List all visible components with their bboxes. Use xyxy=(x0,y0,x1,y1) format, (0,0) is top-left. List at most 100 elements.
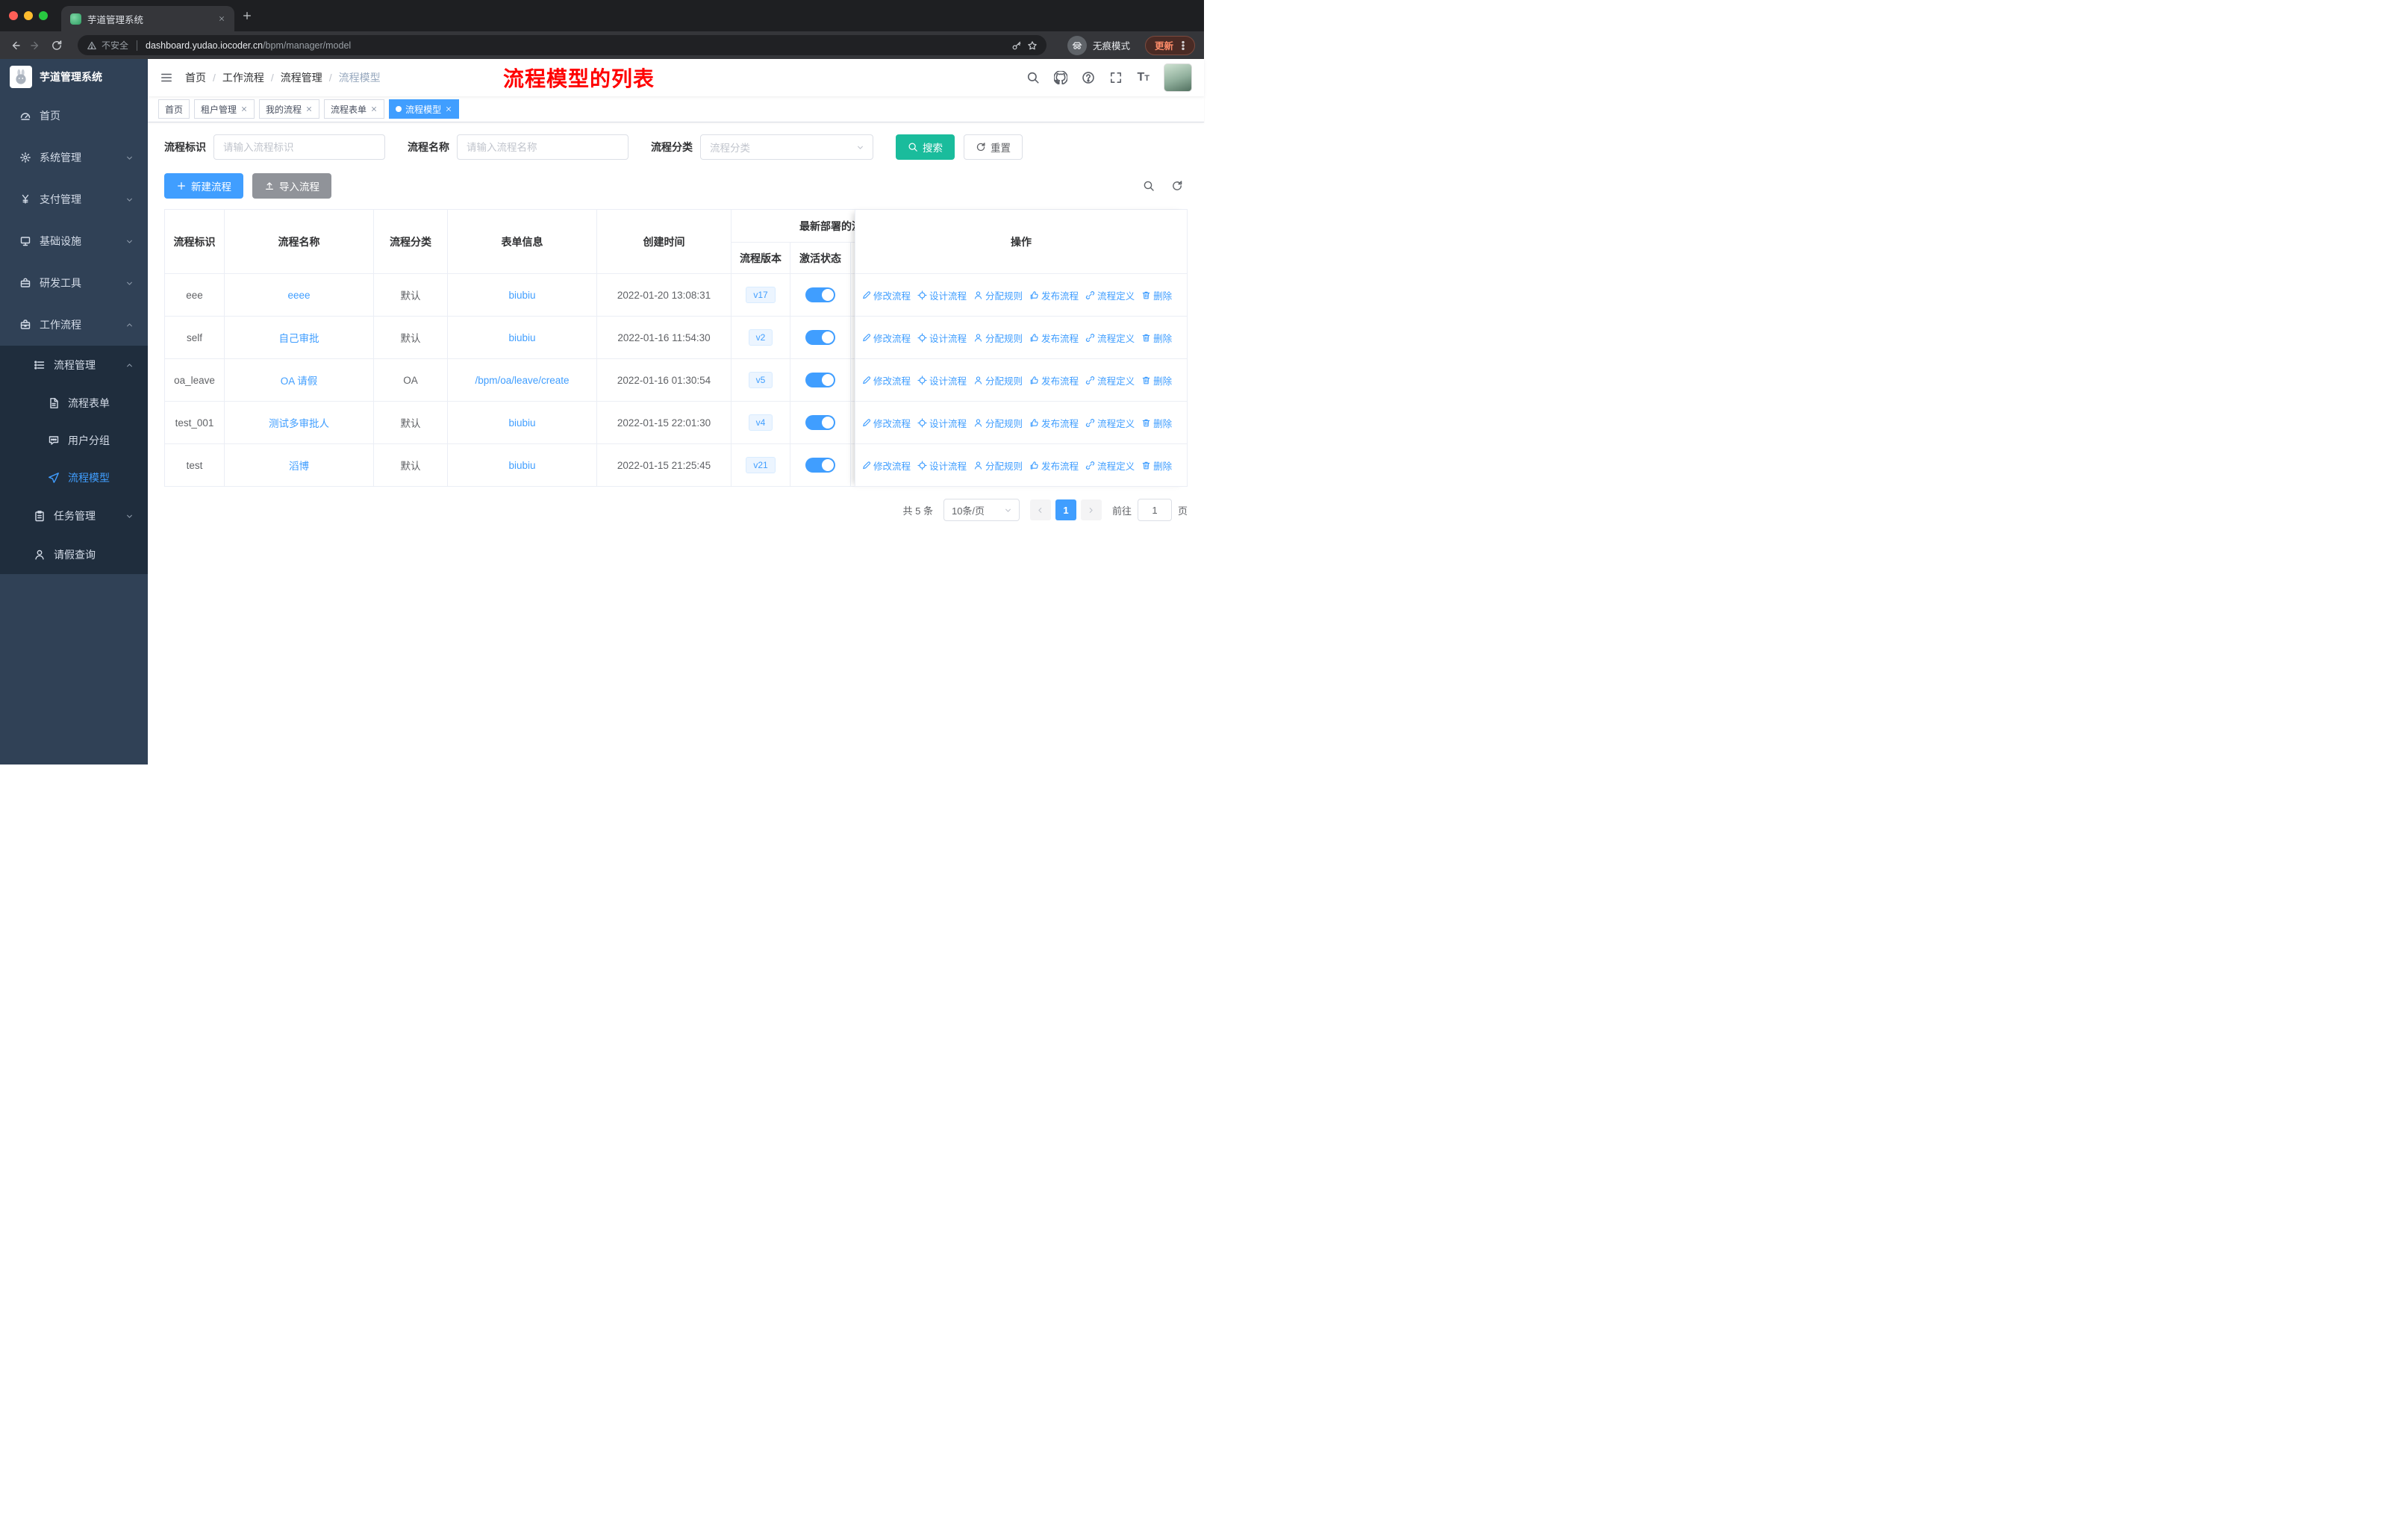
publish-process-link[interactable]: 发布流程 xyxy=(1029,288,1079,302)
reset-button[interactable]: 重置 xyxy=(964,134,1023,160)
design-process-link[interactable]: 设计流程 xyxy=(917,458,967,473)
process-definition-link[interactable]: 流程定义 xyxy=(1085,458,1135,473)
process-definition-link[interactable]: 流程定义 xyxy=(1085,288,1135,302)
delete-link[interactable]: 删除 xyxy=(1141,416,1172,430)
assign-rule-link[interactable]: 分配规则 xyxy=(973,458,1023,473)
sidebar-item-user-group[interactable]: 用户分组 xyxy=(0,422,148,459)
font-size-icon[interactable]: TT xyxy=(1137,71,1150,84)
delete-link[interactable]: 删除 xyxy=(1141,331,1172,345)
tag-process-model[interactable]: 流程模型 xyxy=(389,99,460,119)
active-toggle[interactable] xyxy=(805,415,835,430)
process-definition-link[interactable]: 流程定义 xyxy=(1085,331,1135,345)
new-tab-button[interactable] xyxy=(242,10,252,21)
close-icon[interactable] xyxy=(240,105,248,113)
browser-tab[interactable]: 芋道管理系统 xyxy=(61,6,234,31)
address-bar[interactable]: 不安全 dashboard.yudao.iocoder.cn/bpm/manag… xyxy=(78,35,1047,55)
sidebar-item-home[interactable]: 首页 xyxy=(0,95,148,137)
app-logo[interactable]: 芋道管理系统 xyxy=(0,59,148,95)
process-name-link[interactable]: 滔博 xyxy=(289,458,309,473)
reload-icon[interactable] xyxy=(51,40,63,52)
prev-page-button[interactable] xyxy=(1029,499,1051,520)
sidebar-item-payment[interactable]: 支付管理 xyxy=(0,178,148,220)
password-key-icon[interactable] xyxy=(1011,40,1022,51)
form-link[interactable]: biubiu xyxy=(508,417,535,429)
delete-link[interactable]: 删除 xyxy=(1141,288,1172,302)
form-link[interactable]: biubiu xyxy=(508,460,535,471)
breadcrumb-home[interactable]: 首页 xyxy=(185,70,206,85)
sidebar-item-leave-query[interactable]: 请假查询 xyxy=(0,535,148,574)
assign-rule-link[interactable]: 分配规则 xyxy=(973,288,1023,302)
sidebar-item-devtools[interactable]: 研发工具 xyxy=(0,262,148,304)
close-icon[interactable] xyxy=(305,105,313,113)
edit-process-link[interactable]: 修改流程 xyxy=(861,331,911,345)
process-name-link[interactable]: 自己审批 xyxy=(279,330,319,345)
active-toggle[interactable] xyxy=(805,458,835,473)
edit-process-link[interactable]: 修改流程 xyxy=(861,458,911,473)
current-page-button[interactable]: 1 xyxy=(1055,499,1076,520)
breadcrumb-process-management[interactable]: 流程管理 xyxy=(281,70,322,85)
process-definition-link[interactable]: 流程定义 xyxy=(1085,373,1135,387)
design-process-link[interactable]: 设计流程 xyxy=(917,288,967,302)
close-icon[interactable] xyxy=(445,105,452,113)
toggle-search-icon[interactable] xyxy=(1143,180,1155,192)
form-link[interactable]: /bpm/oa/leave/create xyxy=(475,375,569,386)
security-chip[interactable]: 不安全 xyxy=(87,39,128,52)
close-window-button[interactable] xyxy=(9,11,18,20)
create-process-button[interactable]: 新建流程 xyxy=(164,173,243,199)
next-page-button[interactable] xyxy=(1080,499,1102,520)
goto-page-input[interactable] xyxy=(1137,499,1172,521)
back-icon[interactable] xyxy=(9,40,21,52)
search-button[interactable]: 搜索 xyxy=(896,134,955,160)
sidebar-item-process-management[interactable]: 流程管理 xyxy=(0,346,148,384)
sidebar-collapse-icon[interactable] xyxy=(148,59,185,96)
refresh-table-icon[interactable] xyxy=(1171,180,1183,192)
browser-update-button[interactable]: 更新 xyxy=(1144,35,1195,55)
active-toggle[interactable] xyxy=(805,373,835,387)
close-icon[interactable] xyxy=(370,105,378,113)
user-avatar[interactable] xyxy=(1164,63,1192,92)
sidebar-item-infrastructure[interactable]: 基础设施 xyxy=(0,220,148,262)
assign-rule-link[interactable]: 分配规则 xyxy=(973,373,1023,387)
process-name-link[interactable]: eeee xyxy=(287,290,310,301)
process-name-link[interactable]: 测试多审批人 xyxy=(269,415,329,430)
forward-icon[interactable] xyxy=(30,40,42,52)
delete-link[interactable]: 删除 xyxy=(1141,458,1172,473)
publish-process-link[interactable]: 发布流程 xyxy=(1029,458,1079,473)
publish-process-link[interactable]: 发布流程 xyxy=(1029,373,1079,387)
design-process-link[interactable]: 设计流程 xyxy=(917,331,967,345)
tab-close-icon[interactable] xyxy=(218,15,225,22)
github-icon[interactable] xyxy=(1054,71,1067,84)
tag-tenant-management[interactable]: 租户管理 xyxy=(194,99,255,119)
zoom-window-button[interactable] xyxy=(39,11,48,20)
edit-process-link[interactable]: 修改流程 xyxy=(861,416,911,430)
assign-rule-link[interactable]: 分配规则 xyxy=(973,416,1023,430)
sidebar-item-task-management[interactable]: 任务管理 xyxy=(0,496,148,535)
tag-my-process[interactable]: 我的流程 xyxy=(259,99,320,119)
design-process-link[interactable]: 设计流程 xyxy=(917,373,967,387)
form-link[interactable]: biubiu xyxy=(508,290,535,301)
page-size-select[interactable]: 10条/页 xyxy=(943,499,1020,521)
edit-process-link[interactable]: 修改流程 xyxy=(861,288,911,302)
process-category-select[interactable]: 流程分类 xyxy=(700,134,873,160)
publish-process-link[interactable]: 发布流程 xyxy=(1029,416,1079,430)
search-icon[interactable] xyxy=(1026,71,1040,84)
help-icon[interactable] xyxy=(1082,71,1095,84)
sidebar-item-system[interactable]: 系统管理 xyxy=(0,137,148,178)
active-toggle[interactable] xyxy=(805,287,835,302)
process-name-link[interactable]: OA 请假 xyxy=(281,373,318,387)
active-toggle[interactable] xyxy=(805,330,835,345)
import-process-button[interactable]: 导入流程 xyxy=(252,173,331,199)
bookmark-star-icon[interactable] xyxy=(1027,40,1038,51)
publish-process-link[interactable]: 发布流程 xyxy=(1029,331,1079,345)
sidebar-item-process-form[interactable]: 流程表单 xyxy=(0,384,148,422)
form-link[interactable]: biubiu xyxy=(508,332,535,343)
tag-process-form[interactable]: 流程表单 xyxy=(324,99,385,119)
breadcrumb-workflow[interactable]: 工作流程 xyxy=(222,70,264,85)
tag-home[interactable]: 首页 xyxy=(158,99,190,119)
design-process-link[interactable]: 设计流程 xyxy=(917,416,967,430)
minimize-window-button[interactable] xyxy=(24,11,33,20)
process-definition-link[interactable]: 流程定义 xyxy=(1085,416,1135,430)
edit-process-link[interactable]: 修改流程 xyxy=(861,373,911,387)
fullscreen-icon[interactable] xyxy=(1109,71,1123,84)
assign-rule-link[interactable]: 分配规则 xyxy=(973,331,1023,345)
